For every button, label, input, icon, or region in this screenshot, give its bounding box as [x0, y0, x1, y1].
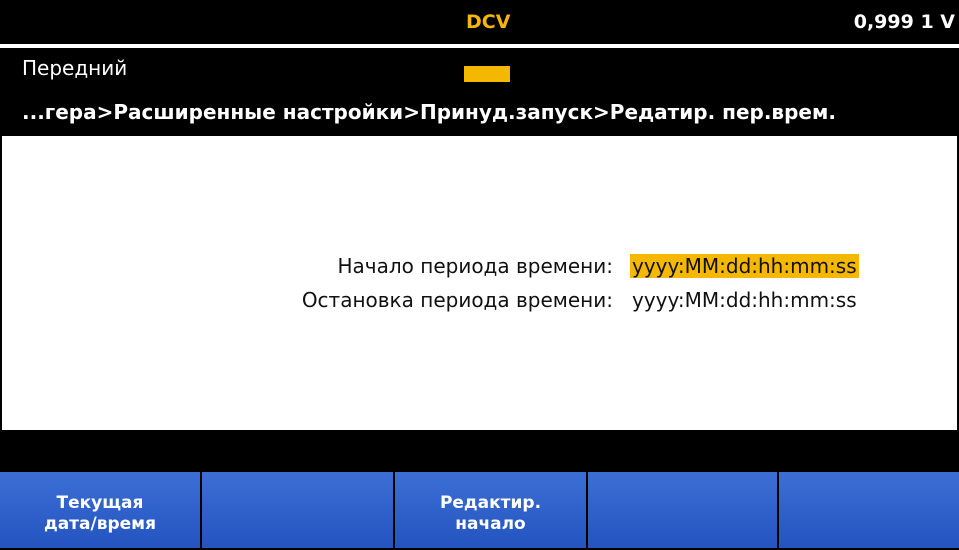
start-period-field[interactable]: yyyy:MM:dd:hh:mm:ss: [630, 254, 859, 278]
measurement-mode: DCV: [466, 11, 511, 33]
softkey-current-datetime[interactable]: Текущая дата/время: [0, 472, 202, 548]
softkey-4[interactable]: [588, 472, 779, 548]
info-bar: Передний ...гера>Расширенные настройки>П…: [0, 48, 959, 136]
measurement-reading: 0,999 1 V: [853, 11, 955, 33]
softkey-edit-start[interactable]: Редактир. начало: [395, 472, 588, 548]
softkey-2[interactable]: [202, 472, 395, 548]
status-indicator: [464, 66, 510, 82]
breadcrumb: ...гера>Расширенные настройки>Принуд.зап…: [22, 100, 836, 124]
softkey-5[interactable]: [779, 472, 959, 548]
terminal-label: Передний: [22, 56, 128, 80]
stop-period-value[interactable]: yyyy:MM:dd:hh:mm:ss: [632, 288, 857, 312]
status-bar: DCV 0,999 1 V: [0, 0, 959, 46]
stop-period-label: Остановка периода времени:: [301, 288, 613, 312]
bottom-status-bar: [0, 430, 959, 470]
content-area: Начало периода времени: yyyy:MM:dd:hh:mm…: [0, 136, 959, 430]
start-period-value[interactable]: yyyy:MM:dd:hh:mm:ss: [630, 254, 859, 278]
start-period-label: Начало периода времени:: [337, 254, 614, 278]
softkey-bar: Текущая дата/время Редактир. начало: [0, 470, 959, 550]
